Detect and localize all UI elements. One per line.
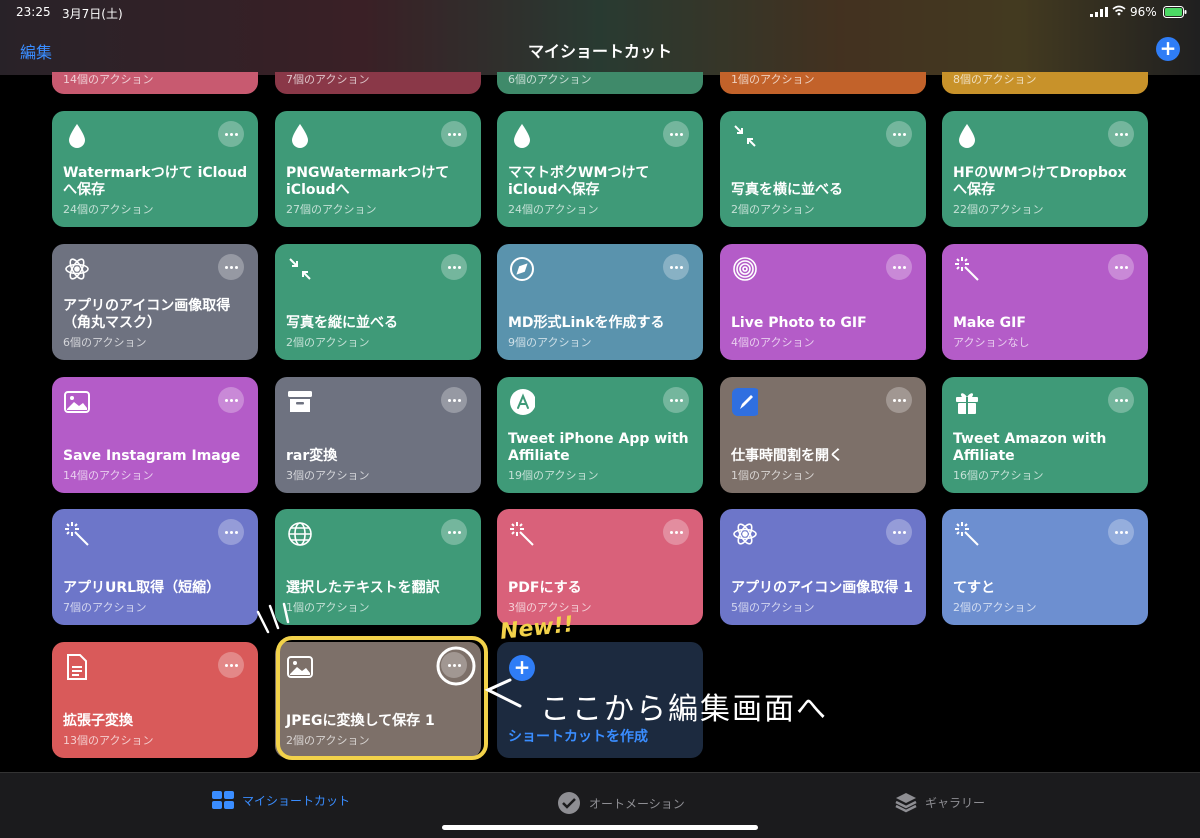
- tab-label: マイショートカット: [242, 793, 351, 808]
- layers-icon: [895, 793, 917, 813]
- check-circle-icon: [558, 792, 580, 814]
- grid-icon: [212, 791, 234, 809]
- tab-label: オートメーション: [589, 796, 685, 811]
- highlight-frame: [276, 636, 488, 760]
- sparkle-marks: [256, 602, 290, 634]
- arrow-mark: [484, 678, 522, 708]
- tab-label: ギャラリー: [925, 795, 986, 810]
- tab-gallery[interactable]: ギャラリー: [895, 791, 985, 813]
- tab-automation[interactable]: オートメーション: [557, 791, 685, 815]
- home-indicator: [442, 825, 758, 830]
- circle-mark: [436, 646, 476, 686]
- arrow-annotation: ここから編集画面へ: [540, 692, 828, 727]
- tab-my-shortcuts[interactable]: マイショートカット: [212, 791, 350, 809]
- shortcuts-app: 23:25 3月7日(土) 96% 編集 マイショートカット + 14個のアクシ…: [0, 0, 1200, 838]
